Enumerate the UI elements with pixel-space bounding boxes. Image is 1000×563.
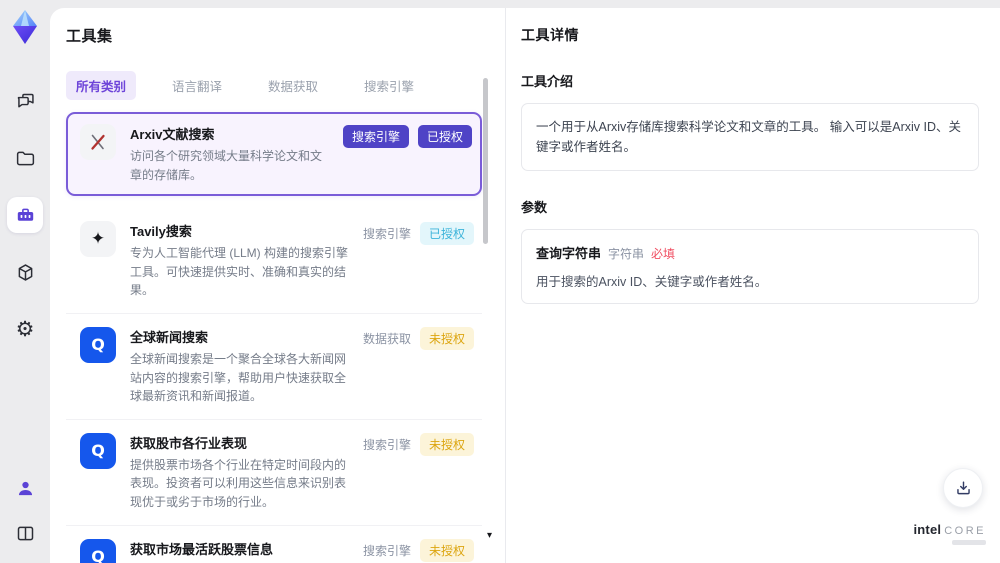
- tavily-star-icon: ✦: [80, 221, 116, 258]
- tool-name: Arxiv文献搜索: [130, 127, 215, 142]
- tab-data-fetch[interactable]: 数据获取: [258, 71, 328, 100]
- panels-icon[interactable]: [7, 515, 43, 551]
- scrollbar-thumb[interactable]: [483, 78, 488, 244]
- sidebar-bottom: [7, 470, 43, 551]
- auth-status-badge: 已授权: [419, 221, 474, 245]
- tool-description: 访问各个研究领域大量科学论文和文章的存储库。: [130, 149, 323, 182]
- tool-list: Arxiv文献搜索 访问各个研究领域大量科学论文和文章的存储库。 搜索引擎 已授…: [66, 112, 482, 563]
- arxiv-logo-icon: [80, 124, 116, 160]
- intro-section-title: 工具介绍: [521, 74, 574, 89]
- auth-status-badge: 未授权: [419, 539, 474, 563]
- params-section-title: 参数: [521, 200, 548, 215]
- param-required-flag: 必填: [651, 247, 676, 261]
- scroll-down-arrow[interactable]: ▾: [487, 530, 492, 541]
- sidebar-nav: ⚙: [7, 83, 43, 347]
- list-scrollbar[interactable]: [483, 70, 489, 533]
- tool-name: 获取市场最活跃股票信息: [130, 541, 274, 557]
- tool-item-most-active-stocks[interactable]: Q 获取市场最活跃股票信息 提供当天交易量最高的股票列表，投资者可以利用这些信息…: [66, 526, 482, 563]
- q-finance-logo-icon: Q: [80, 538, 116, 563]
- tool-name: 获取股市各行业表现: [130, 435, 248, 451]
- main-content: 工具集 所有类别 语言翻译 数据获取 搜索引擎 Arxiv文献搜索 访问各个研究…: [50, 8, 1000, 563]
- brand-intel-text: intel: [913, 522, 942, 537]
- category-label: 搜索引擎: [362, 226, 411, 241]
- tool-intro-box: 一个用于从Arxiv存储库搜索科学论文和文章的工具。 输入可以是Arxiv ID…: [521, 103, 979, 171]
- auth-status-badge: 已授权: [417, 124, 472, 148]
- toolbox-icon-active[interactable]: [7, 197, 43, 233]
- tab-all-categories[interactable]: 所有类别: [66, 71, 137, 100]
- app-logo-icon: [6, 7, 44, 47]
- tools-list-pane: 工具集 所有类别 语言翻译 数据获取 搜索引擎 Arxiv文献搜索 访问各个研究…: [50, 8, 505, 563]
- auth-status-badge: 未授权: [419, 327, 474, 351]
- tool-description: 全球新闻搜索是一个聚合全球各大新闻网站内容的搜索引擎，帮助用户快速获取全球最新资…: [130, 351, 347, 404]
- auth-status-badge: 未授权: [419, 433, 474, 457]
- cube-icon[interactable]: [7, 254, 43, 290]
- folder-icon[interactable]: [7, 140, 43, 176]
- category-tabs: 所有类别 语言翻译 数据获取 搜索引擎: [66, 71, 505, 100]
- category-label: 数据获取: [362, 332, 411, 347]
- tool-name: Tavily搜索: [130, 224, 192, 240]
- settings-gear-icon[interactable]: ⚙: [7, 311, 43, 347]
- category-label: 搜索引擎: [362, 544, 411, 559]
- user-icon[interactable]: [7, 470, 43, 506]
- brand-core-text: CORE: [944, 525, 986, 537]
- tool-description: 提供股票市场各个行业在特定时间段内的表现。投资者可以利用这些信息来识别表现优于或…: [130, 457, 347, 509]
- brand-underline: [952, 540, 986, 545]
- tool-detail-pane: 工具详情 工具介绍 一个用于从Arxiv存储库搜索科学论文和文章的工具。 输入可…: [506, 8, 1000, 563]
- param-name: 查询字符串: [536, 246, 602, 261]
- tab-search-engine[interactable]: 搜索引擎: [354, 71, 424, 100]
- category-badge: 搜索引擎: [342, 124, 409, 148]
- app-sidebar: ⚙: [0, 0, 50, 563]
- param-type: 字符串: [608, 247, 645, 261]
- category-label: 搜索引擎: [362, 438, 411, 453]
- tool-name: 全球新闻搜索: [130, 329, 209, 345]
- tool-item-global-news[interactable]: Q 全球新闻搜索 全球新闻搜索是一个聚合全球各大新闻网站内容的搜索引擎，帮助用户…: [66, 314, 482, 420]
- intel-core-logo: intel CORE: [913, 522, 986, 545]
- download-button[interactable]: [943, 468, 983, 508]
- chat-icon[interactable]: [7, 83, 43, 119]
- tool-item-arxiv[interactable]: Arxiv文献搜索 访问各个研究领域大量科学论文和文章的存储库。 搜索引擎 已授…: [66, 112, 482, 197]
- tool-item-tavily[interactable]: ✦ Tavily搜索 专为人工智能代理 (LLM) 构建的搜索引擎工具。可快速提…: [66, 208, 482, 314]
- tool-item-sector-performance[interactable]: Q 获取股市各行业表现 提供股票市场各个行业在特定时间段内的表现。投资者可以利用…: [66, 420, 482, 526]
- q-finance-logo-icon: Q: [80, 432, 116, 469]
- tool-description: 专为人工智能代理 (LLM) 构建的搜索引擎工具。可快速提供实时、准确和真实的结…: [130, 246, 349, 298]
- page-title: 工具集: [66, 28, 113, 45]
- tab-language-translation[interactable]: 语言翻译: [162, 71, 232, 100]
- detail-title: 工具详情: [521, 27, 579, 43]
- parameter-box: 查询字符串 字符串 必填 用于搜索的Arxiv ID、关键字或作者姓名。: [521, 229, 979, 304]
- q-news-logo-icon: Q: [80, 326, 116, 363]
- param-description: 用于搜索的Arxiv ID、关键字或作者姓名。: [536, 275, 768, 289]
